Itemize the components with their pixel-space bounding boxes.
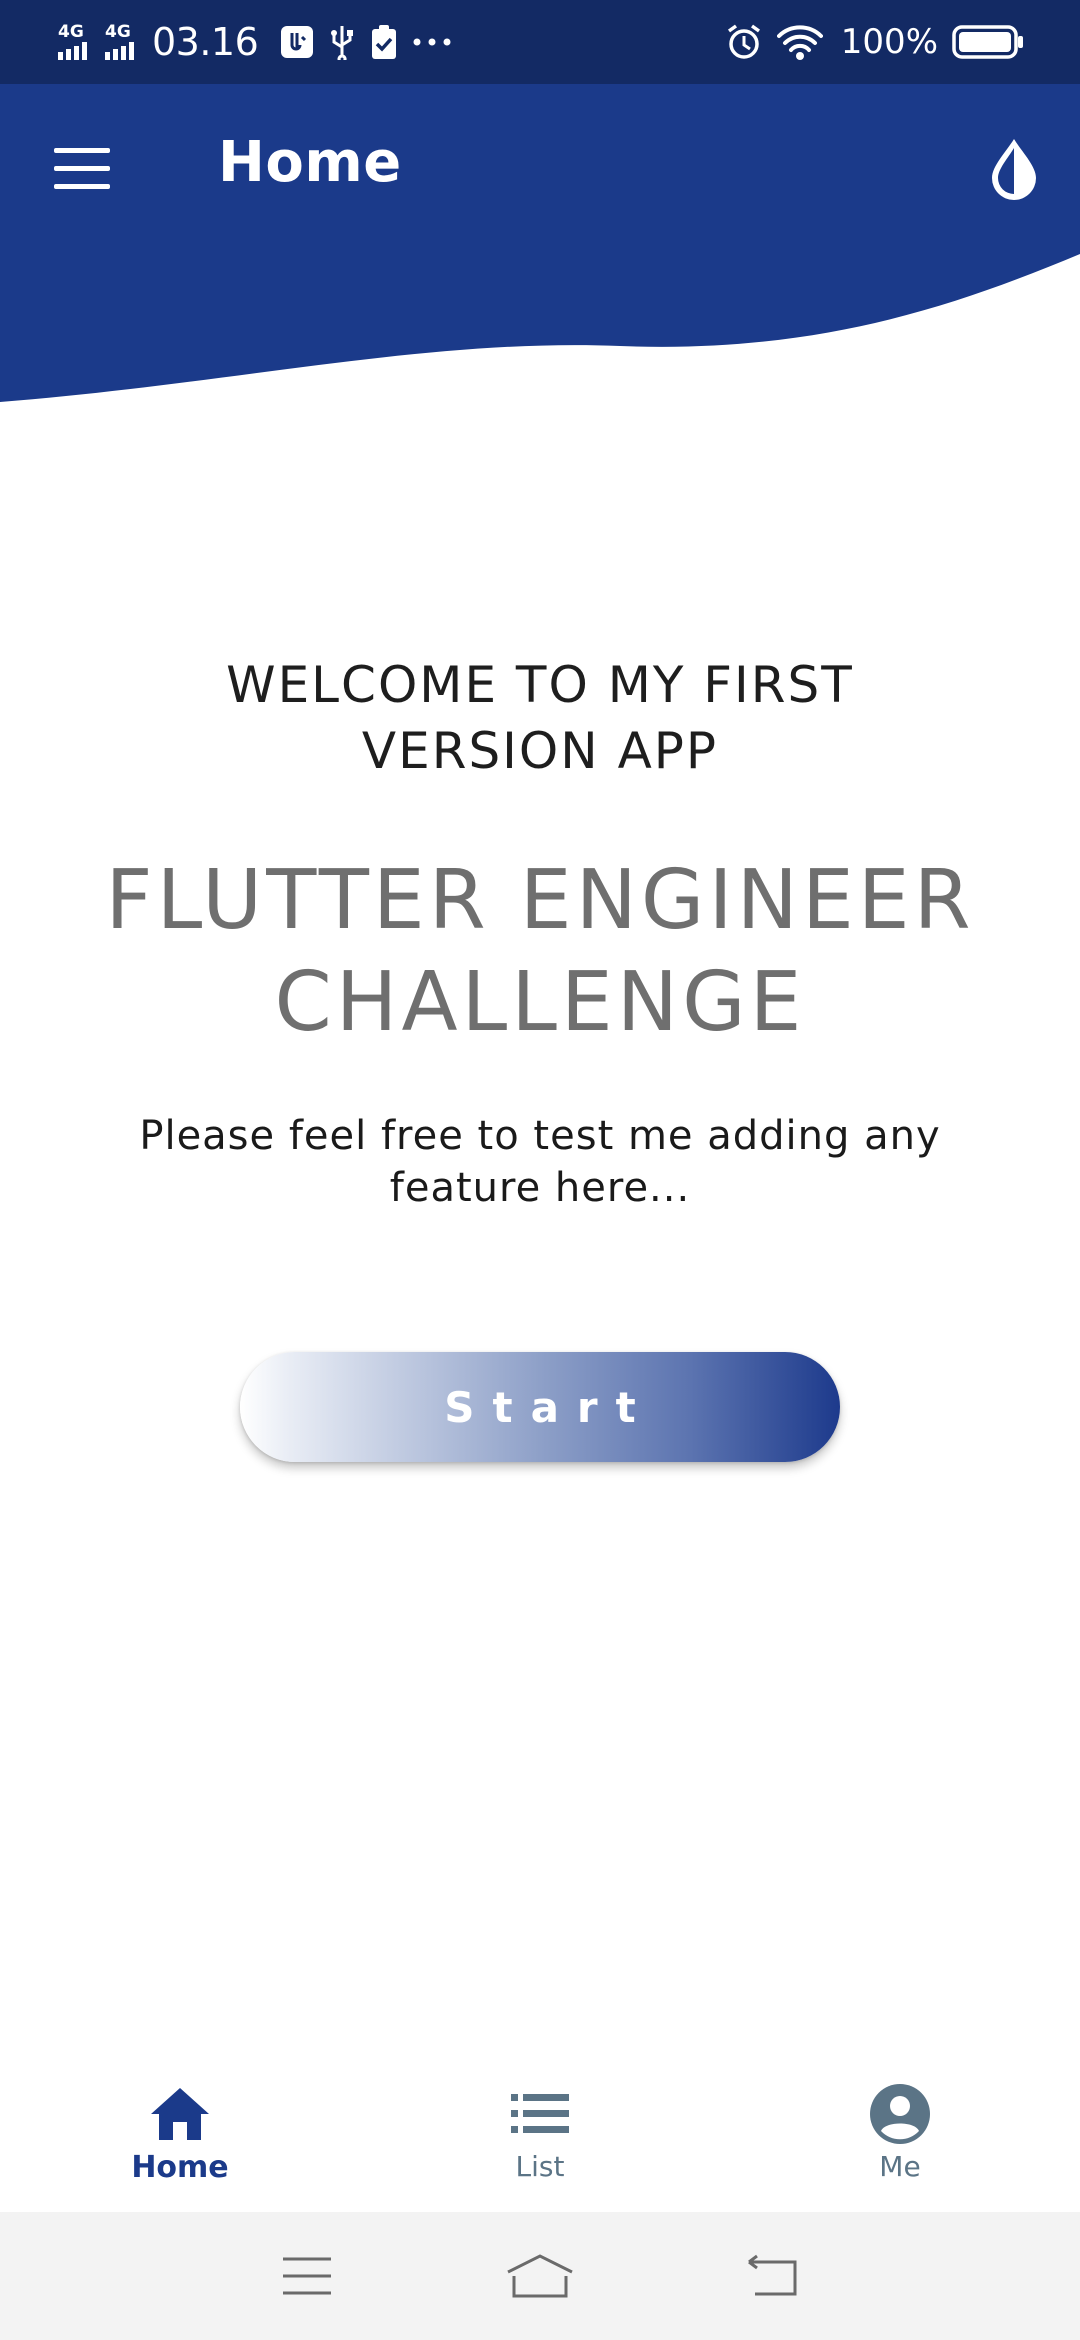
network-type: 4G xyxy=(105,22,131,42)
welcome-text: WELCOME TO MY FIRST VERSION APP xyxy=(226,656,854,780)
home-system-button[interactable] xyxy=(490,2236,590,2316)
water-drop-icon xyxy=(992,139,1036,200)
network-type: 4G xyxy=(58,22,84,42)
menu-button[interactable] xyxy=(54,146,116,192)
nav-label: Me xyxy=(879,2150,921,2183)
status-time: 03.16 xyxy=(152,20,259,64)
nav-item-list[interactable]: List xyxy=(360,2060,720,2212)
home-icon xyxy=(151,2088,209,2140)
clipboard-check-icon xyxy=(370,24,398,60)
nav-label: List xyxy=(515,2150,565,2183)
usb-debug-icon xyxy=(280,25,314,59)
back-button[interactable] xyxy=(723,2236,823,2316)
theme-toggle-button[interactable] xyxy=(986,136,1042,202)
bottom-nav: Home List Me xyxy=(0,2060,1080,2212)
subtitle-text: Please feel free to test me adding any f… xyxy=(139,1113,941,1211)
recent-apps-button[interactable] xyxy=(257,2236,357,2316)
home-outline-icon xyxy=(507,2254,573,2298)
nav-item-home[interactable]: Home xyxy=(0,2060,360,2212)
signal-icon: 4G xyxy=(105,24,134,60)
recent-apps-icon xyxy=(282,2257,331,2295)
headline-text: FLUTTER ENGINEER CHALLENGE xyxy=(105,853,975,1050)
start-button[interactable]: Start xyxy=(240,1352,840,1462)
list-icon xyxy=(511,2094,569,2133)
account-circle-icon xyxy=(870,2084,930,2144)
header-wave-background xyxy=(0,84,1080,402)
battery-icon xyxy=(952,25,1024,59)
status-bar: 4G 4G 03.16 100% xyxy=(0,0,1080,84)
back-icon xyxy=(748,2254,797,2296)
nav-item-me[interactable]: Me xyxy=(720,2060,1080,2212)
alarm-icon xyxy=(725,23,763,61)
wifi-icon xyxy=(776,24,823,60)
page-title: Home xyxy=(218,130,402,195)
more-dots-icon xyxy=(412,37,452,47)
status-right: 100% xyxy=(725,22,1024,62)
status-left: 4G 4G 03.16 xyxy=(58,20,452,64)
signal-icon: 4G xyxy=(58,24,87,60)
nav-label: Home xyxy=(131,2150,229,2185)
system-nav-bar xyxy=(0,2212,1080,2340)
usb-icon xyxy=(328,24,356,60)
battery-percent: 100% xyxy=(840,22,938,62)
app-header: Home xyxy=(0,84,1080,404)
